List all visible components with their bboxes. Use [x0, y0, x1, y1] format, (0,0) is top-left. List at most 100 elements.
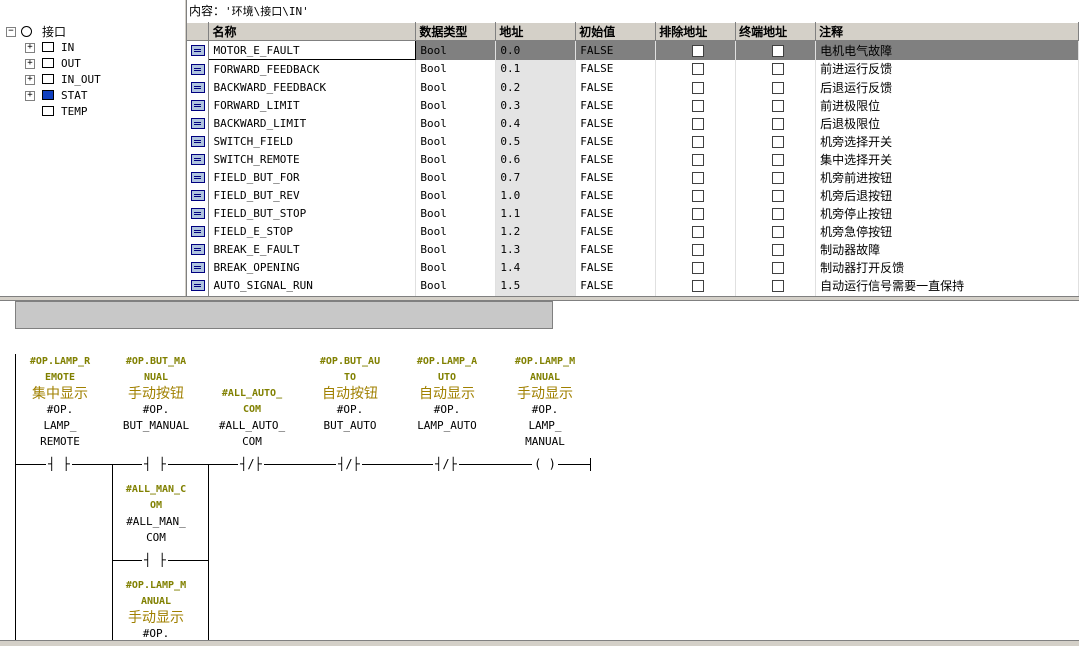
contact-4[interactable]: #OP.BUT_AU TO 自动按钮 #OP. BUT_AUTO — [300, 354, 400, 434]
output-coil[interactable]: #OP.LAMP_M ANUAL 手动显示 #OP. LAMP_ MANUAL — [495, 354, 595, 450]
cell-initial[interactable]: FALSE — [575, 186, 657, 204]
header-data-type[interactable]: 数据类型 — [415, 22, 497, 41]
terminal-checkbox[interactable] — [735, 276, 817, 294]
cell-initial[interactable]: FALSE — [575, 59, 657, 78]
cell-type[interactable]: Bool — [415, 276, 497, 294]
cell-comment[interactable]: 前进极限位 — [815, 96, 1079, 114]
exclude-checkbox[interactable] — [655, 114, 737, 132]
exclude-checkbox[interactable] — [655, 222, 737, 240]
cell-comment[interactable]: 自动运行信号需要一直保持 — [815, 276, 1079, 294]
header-initial-value[interactable]: 初始值 — [575, 22, 657, 41]
terminal-checkbox[interactable] — [735, 168, 817, 186]
cell-comment[interactable]: 机旁后退按钮 — [815, 186, 1079, 204]
nc-contact-icon[interactable]: ┤/├ — [336, 458, 362, 470]
no-contact-icon[interactable]: ┤ ├ — [46, 458, 72, 470]
cell-comment[interactable]: 后退运行反馈 — [815, 78, 1079, 96]
cell-name[interactable]: FIELD_BUT_FOR — [208, 168, 417, 186]
terminal-checkbox[interactable] — [735, 78, 817, 96]
no-contact-icon[interactable]: ┤ ├ — [142, 458, 168, 470]
cell-initial[interactable]: FALSE — [575, 276, 657, 294]
terminal-checkbox[interactable] — [735, 59, 817, 78]
branch-contact-2[interactable]: #OP.LAMP_M ANUAL 手动显示 #OP. — [106, 578, 206, 642]
cell-initial[interactable]: FALSE — [575, 258, 657, 276]
nc-contact-icon[interactable]: ┤/├ — [433, 458, 459, 470]
cell-type[interactable]: Bool — [415, 186, 497, 204]
terminal-checkbox[interactable] — [735, 222, 817, 240]
exclude-checkbox[interactable] — [655, 96, 737, 114]
cell-type[interactable]: Bool — [415, 96, 497, 114]
collapse-icon[interactable]: − — [6, 27, 16, 37]
exclude-checkbox[interactable] — [655, 240, 737, 258]
cell-name[interactable]: FIELD_BUT_REV — [208, 186, 417, 204]
cell-comment[interactable]: 机旁前进按钮 — [815, 168, 1079, 186]
cell-type[interactable]: Bool — [415, 222, 497, 240]
header-terminal-address[interactable]: 终端地址 — [735, 22, 817, 41]
header-comment[interactable]: 注释 — [815, 22, 1079, 41]
cell-name[interactable]: BREAK_OPENING — [208, 258, 417, 276]
cell-type[interactable]: Bool — [415, 150, 497, 168]
expand-icon[interactable]: + — [25, 59, 35, 69]
cell-type[interactable]: Bool — [415, 78, 497, 96]
cell-initial[interactable]: FALSE — [575, 114, 657, 132]
cell-name[interactable]: SWITCH_FIELD — [208, 132, 417, 150]
table-row[interactable]: SWITCH_FIELD Bool 0.5 FALSE 机旁选择开关 — [187, 132, 1079, 150]
table-row[interactable]: FORWARD_LIMIT Bool 0.3 FALSE 前进极限位 — [187, 96, 1079, 114]
table-row[interactable]: SWITCH_REMOTE Bool 0.6 FALSE 集中选择开关 — [187, 150, 1079, 168]
table-row[interactable]: BACKWARD_FEEDBACK Bool 0.2 FALSE 后退运行反馈 — [187, 78, 1079, 96]
expand-icon[interactable]: + — [25, 43, 35, 53]
cell-name[interactable]: BREAK_E_FAULT — [208, 240, 417, 258]
cell-comment[interactable]: 后退极限位 — [815, 114, 1079, 132]
exclude-checkbox[interactable] — [655, 276, 737, 294]
table-row[interactable]: FORWARD_FEEDBACK Bool 0.1 FALSE 前进运行反馈 — [187, 59, 1079, 78]
cell-name[interactable]: FORWARD_LIMIT — [208, 96, 417, 114]
terminal-checkbox[interactable] — [735, 258, 817, 276]
header-exclude-address[interactable]: 排除地址 — [655, 22, 737, 41]
contact-3[interactable]: #ALL_AUTO_ COM #ALL_AUTO_ COM — [202, 386, 302, 450]
cell-initial[interactable]: FALSE — [575, 96, 657, 114]
cell-comment[interactable]: 集中选择开关 — [815, 150, 1079, 168]
network-title-block[interactable] — [15, 301, 553, 329]
table-row[interactable]: FIELD_BUT_REV Bool 1.0 FALSE 机旁后退按钮 — [187, 186, 1079, 204]
table-row[interactable]: AUTO_SIGNAL_RUN Bool 1.5 FALSE 自动运行信号需要一直保持 — [187, 276, 1079, 294]
branch-contact-1[interactable]: #ALL_MAN_C OM #ALL_MAN_ COM — [106, 482, 206, 546]
exclude-checkbox[interactable] — [655, 78, 737, 96]
terminal-checkbox[interactable] — [735, 114, 817, 132]
cell-comment[interactable]: 制动器打开反馈 — [815, 258, 1079, 276]
cell-initial[interactable]: FALSE — [575, 150, 657, 168]
expand-icon[interactable]: + — [25, 91, 35, 101]
header-address[interactable]: 地址 — [495, 22, 577, 41]
cell-comment[interactable]: 机旁急停按钮 — [815, 222, 1079, 240]
terminal-checkbox[interactable] — [735, 186, 817, 204]
cell-type[interactable]: Bool — [415, 114, 497, 132]
cell-name[interactable]: BACKWARD_FEEDBACK — [208, 78, 417, 96]
exclude-checkbox[interactable] — [655, 204, 737, 222]
cell-initial[interactable]: FALSE — [575, 132, 657, 150]
contact-2[interactable]: #OP.BUT_MA NUAL 手动按钮 #OP. BUT_MANUAL — [106, 354, 206, 434]
header-name[interactable]: 名称 — [208, 22, 417, 41]
table-row[interactable]: BACKWARD_LIMIT Bool 0.4 FALSE 后退极限位 — [187, 114, 1079, 132]
table-row[interactable]: BREAK_E_FAULT Bool 1.3 FALSE 制动器故障 — [187, 240, 1079, 258]
exclude-checkbox[interactable] — [655, 132, 737, 150]
no-contact-icon[interactable]: ┤ ├ — [142, 554, 168, 566]
cell-name[interactable]: FIELD_E_STOP — [208, 222, 417, 240]
cell-type[interactable]: Bool — [415, 258, 497, 276]
cell-comment[interactable]: 电机电气故障 — [815, 40, 1079, 60]
cell-initial[interactable]: FALSE — [575, 40, 657, 60]
cell-initial[interactable]: FALSE — [575, 222, 657, 240]
cell-name[interactable]: AUTO_SIGNAL_RUN — [208, 276, 417, 294]
table-row[interactable]: FIELD_BUT_FOR Bool 0.7 FALSE 机旁前进按钮 — [187, 168, 1079, 186]
terminal-checkbox[interactable] — [735, 132, 817, 150]
table-row[interactable]: BREAK_OPENING Bool 1.4 FALSE 制动器打开反馈 — [187, 258, 1079, 276]
cell-name[interactable]: FIELD_BUT_STOP — [208, 204, 417, 222]
cell-initial[interactable]: FALSE — [575, 78, 657, 96]
table-row[interactable]: MOTOR_E_FAULT Bool 0.0 FALSE 电机电气故障 — [187, 40, 1079, 60]
terminal-checkbox[interactable] — [735, 204, 817, 222]
table-row[interactable]: FIELD_E_STOP Bool 1.2 FALSE 机旁急停按钮 — [187, 222, 1079, 240]
cell-type[interactable]: Bool — [415, 168, 497, 186]
exclude-checkbox[interactable] — [655, 186, 737, 204]
exclude-checkbox[interactable] — [655, 258, 737, 276]
cell-initial[interactable]: FALSE — [575, 168, 657, 186]
cell-type[interactable]: Bool — [415, 59, 497, 78]
exclude-checkbox[interactable] — [655, 150, 737, 168]
cell-initial[interactable]: FALSE — [575, 240, 657, 258]
